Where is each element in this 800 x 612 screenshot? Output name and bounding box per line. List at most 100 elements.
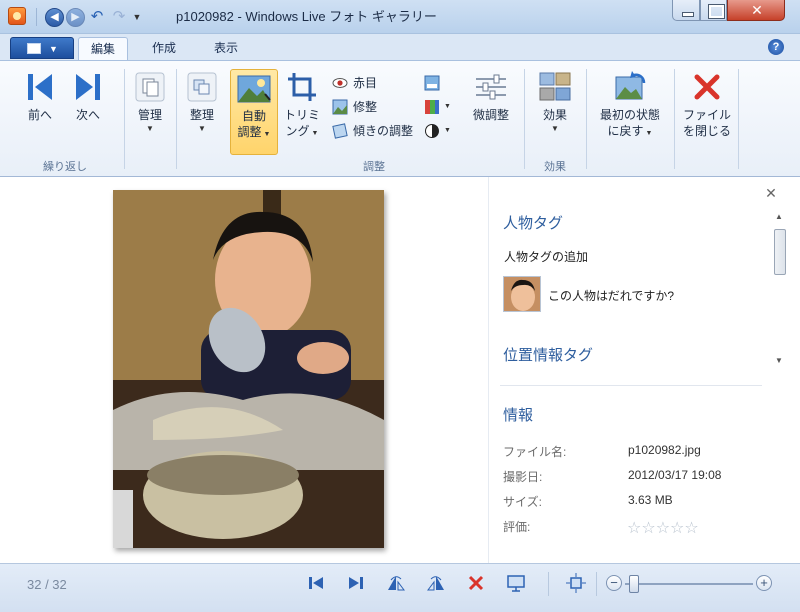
person-thumbnail[interactable] [503, 276, 541, 312]
redo-icon[interactable]: ↷ [109, 7, 129, 27]
filename-key: ファイル名: [503, 445, 567, 459]
group-separator [524, 69, 525, 169]
tab-view[interactable]: 表示 [202, 37, 250, 60]
minimize-button[interactable] [672, 0, 700, 21]
crop-button[interactable]: トリミ ング ▼ [282, 71, 322, 142]
title-bar: ◀ ▶ ↶ ↷ ▼ p1020982 - Windows Live フォト ギャ… [0, 0, 800, 34]
revert-label-line2: に戻す [607, 124, 644, 138]
revert-button[interactable]: 最初の状態 に戻す ▼ [590, 71, 670, 142]
scroll-down-icon[interactable]: ▼ [775, 356, 783, 365]
who-is-this-prompt[interactable]: この人物はだれですか? [548, 287, 674, 304]
effects-group: 効果 ▼ 効果 [526, 65, 584, 173]
add-people-tag-link[interactable]: 人物タグの追加 [504, 248, 588, 265]
adjust-group: 自動 調整 ▼ トリミ ング ▼ 赤目 修整 傾きの調整 ▼ ▼ 微調整 調整 [228, 65, 520, 173]
crop-label-line1: トリミ [283, 108, 320, 122]
zoom-in-button[interactable]: + [756, 575, 772, 591]
contrast-dropdown-icon: ▼ [444, 127, 451, 134]
group-separator [124, 69, 125, 169]
auto-adjust-label-line1: 自動 [241, 109, 266, 123]
auto-adjust-dropdown-icon: ▼ [261, 131, 271, 138]
next-label: 次へ [75, 108, 100, 122]
delete-icon[interactable] [465, 572, 487, 594]
red-eye-button[interactable]: 赤目 [332, 73, 412, 93]
rotate-left-icon[interactable] [385, 572, 407, 594]
retouch-icon [332, 99, 348, 115]
tab-create[interactable]: 作成 [140, 37, 188, 60]
maximize-button[interactable] [700, 0, 727, 21]
group-separator [738, 69, 739, 169]
close-file-label-line1: ファイル [682, 108, 731, 122]
navigate-group: 前へ 次へ 繰り返し [10, 65, 120, 173]
tab-edit[interactable]: 編集 [78, 37, 129, 60]
fine-tune-label: 微調整 [472, 108, 509, 122]
group-separator [586, 69, 587, 169]
forward-icon[interactable]: ▶ [66, 7, 85, 27]
file-menu-button[interactable]: ▼ [10, 37, 74, 59]
chevron-down-icon: ▼ [49, 44, 58, 54]
contrast-icon [425, 124, 439, 138]
scroll-up-icon[interactable]: ▲ [775, 212, 783, 221]
effects-button-label: 効果 [542, 108, 567, 122]
exposure-icon [424, 75, 440, 91]
effects-dropdown-icon: ▼ [551, 124, 559, 133]
rating-stars[interactable]: ☆☆☆☆☆ [627, 518, 699, 538]
manage-dropdown-icon: ▼ [146, 124, 154, 133]
group-separator [674, 69, 675, 169]
organize-label: 整理 [189, 108, 214, 122]
previous-label: 前へ [27, 108, 52, 122]
undo-icon[interactable]: ↶ [87, 7, 107, 27]
effects-button[interactable]: 効果 ▼ [532, 71, 578, 135]
actual-size-icon[interactable] [565, 572, 587, 594]
close-pane-icon[interactable]: ✕ [764, 186, 778, 200]
back-icon[interactable]: ◀ [45, 7, 64, 27]
organize-button[interactable]: 整理 ▼ [182, 71, 222, 135]
next-button[interactable]: 次へ [66, 71, 110, 123]
fine-tune-icon [476, 74, 506, 100]
filename-value[interactable]: p1020982.jpg [628, 443, 701, 457]
organize-dropdown-icon: ▼ [198, 124, 206, 133]
zoom-slider-track[interactable] [625, 583, 753, 585]
close-icon: ✕ [751, 2, 763, 18]
info-heading: 情報 [503, 407, 534, 424]
qat-separator [36, 8, 37, 26]
size-key: サイズ: [503, 495, 542, 509]
red-eye-label: 赤目 [353, 76, 378, 90]
close-window-button[interactable]: ✕ [727, 0, 785, 21]
zoom-slider-thumb[interactable] [628, 575, 639, 593]
manage-label: 管理 [137, 108, 162, 122]
contrast-button[interactable]: ▼ [424, 121, 458, 141]
document-icon [27, 43, 41, 54]
rotate-right-icon[interactable] [425, 572, 447, 594]
manage-button[interactable]: 管理 ▼ [130, 71, 170, 135]
color-button[interactable]: ▼ [424, 97, 458, 117]
geotag-heading: 位置情報タグ [503, 347, 594, 364]
manage-icon [135, 72, 165, 102]
ribbon: 前へ 次へ 繰り返し 管理 ▼ 整理 ▼ 自動 調整 ▼ トリミ ング ▼ 赤目… [0, 60, 800, 177]
slideshow-icon[interactable] [505, 572, 527, 594]
retouch-button[interactable]: 修整 [332, 97, 412, 117]
next-icon[interactable] [345, 572, 367, 594]
straighten-button[interactable]: 傾きの調整 [332, 121, 422, 141]
auto-adjust-button[interactable]: 自動 調整 ▼ [230, 69, 278, 155]
exposure-button[interactable] [424, 73, 454, 93]
status-separator [548, 572, 549, 596]
previous-button[interactable]: 前へ [18, 71, 62, 123]
app-icon[interactable] [8, 7, 26, 25]
color-dropdown-icon: ▼ [444, 103, 451, 110]
date-taken-value[interactable]: 2012/03/17 19:08 [628, 468, 721, 482]
fine-tune-button[interactable]: 微調整 [466, 71, 516, 123]
crop-dropdown-icon: ▼ [309, 130, 319, 137]
revert-dropdown-icon: ▼ [643, 130, 653, 137]
customize-dropdown-icon[interactable]: ▼ [131, 7, 143, 27]
photo-preview[interactable] [113, 190, 384, 548]
close-file-button[interactable]: ファイル を閉じる [680, 71, 734, 139]
scrollbar-thumb[interactable] [774, 229, 786, 275]
auto-adjust-label-line2: 調整 [237, 125, 262, 139]
crop-label-line2: ング [285, 124, 310, 138]
help-icon[interactable]: ? [768, 39, 784, 55]
previous-icon[interactable] [305, 572, 327, 594]
zoom-out-button[interactable]: − [606, 575, 622, 591]
manage-group: 管理 ▼ [126, 65, 174, 173]
straighten-label: 傾きの調整 [353, 124, 414, 138]
group-separator [176, 69, 177, 169]
